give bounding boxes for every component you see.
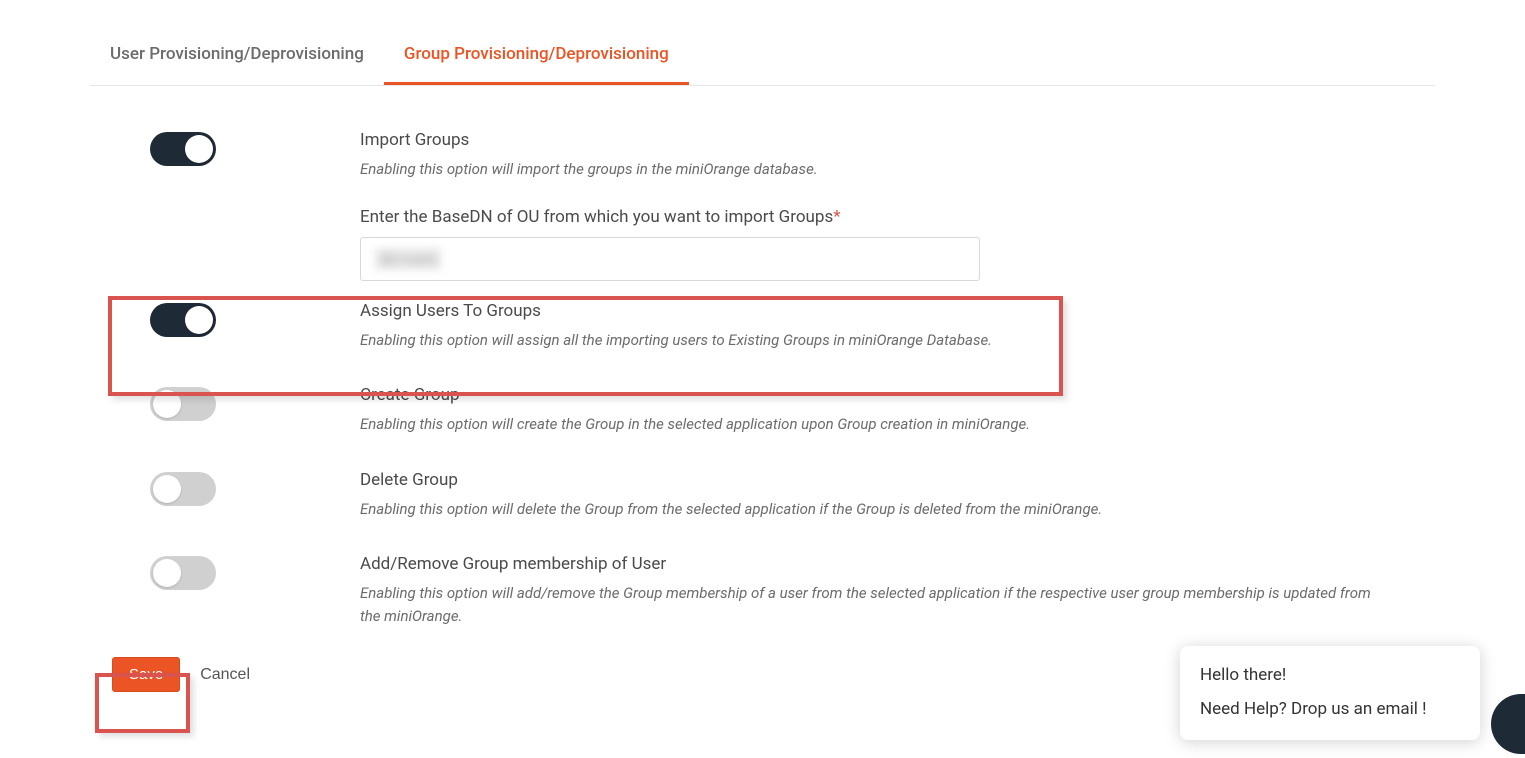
- import-groups-desc: Enabling this option will import the gro…: [360, 158, 1375, 181]
- import-groups-title: Import Groups: [360, 130, 1375, 150]
- toggle-membership[interactable]: [150, 556, 216, 590]
- toggle-delete-group[interactable]: [150, 472, 216, 506]
- chat-line-1: Hello there!: [1200, 664, 1460, 688]
- basedn-input[interactable]: dc=com: [360, 237, 980, 281]
- toggle-import-groups[interactable]: [150, 132, 216, 166]
- row-import-groups: Import Groups Enabling this option will …: [150, 116, 1435, 201]
- tab-group-provisioning[interactable]: Group Provisioning/Deprovisioning: [384, 30, 689, 85]
- toggle-create-group[interactable]: [150, 387, 216, 421]
- create-group-title: Create Group: [360, 385, 1375, 405]
- toggle-assign-users[interactable]: [150, 303, 216, 337]
- tabs: User Provisioning/Deprovisioning Group P…: [90, 30, 1435, 86]
- row-basedn: Enter the BaseDN of OU from which you wa…: [150, 201, 1435, 287]
- basedn-value: dc=com: [375, 248, 441, 270]
- assign-users-title: Assign Users To Groups: [360, 301, 1375, 321]
- tab-user-provisioning[interactable]: User Provisioning/Deprovisioning: [90, 30, 384, 85]
- delete-group-title: Delete Group: [360, 470, 1375, 490]
- membership-desc: Enabling this option will add/remove the…: [360, 582, 1375, 627]
- row-delete-group: Delete Group Enabling this option will d…: [150, 456, 1435, 541]
- row-create-group: Create Group Enabling this option will c…: [150, 371, 1435, 456]
- chat-line-2: Need Help? Drop us an email !: [1200, 698, 1460, 722]
- row-assign-users: Assign Users To Groups Enabling this opt…: [150, 287, 1435, 372]
- create-group-desc: Enabling this option will create the Gro…: [360, 413, 1375, 436]
- membership-title: Add/Remove Group membership of User: [360, 554, 1375, 574]
- assign-users-desc: Enabling this option will assign all the…: [360, 329, 1375, 352]
- chat-popup[interactable]: Hello there! Need Help? Drop us an email…: [1180, 646, 1480, 740]
- cancel-button[interactable]: Cancel: [200, 666, 250, 684]
- delete-group-desc: Enabling this option will delete the Gro…: [360, 498, 1375, 521]
- chat-launcher-icon[interactable]: [1491, 694, 1525, 754]
- basedn-label: Enter the BaseDN of OU from which you wa…: [360, 207, 1375, 227]
- row-membership: Add/Remove Group membership of User Enab…: [150, 540, 1435, 647]
- save-button[interactable]: Save: [112, 657, 180, 692]
- settings-list: Import Groups Enabling this option will …: [90, 116, 1435, 647]
